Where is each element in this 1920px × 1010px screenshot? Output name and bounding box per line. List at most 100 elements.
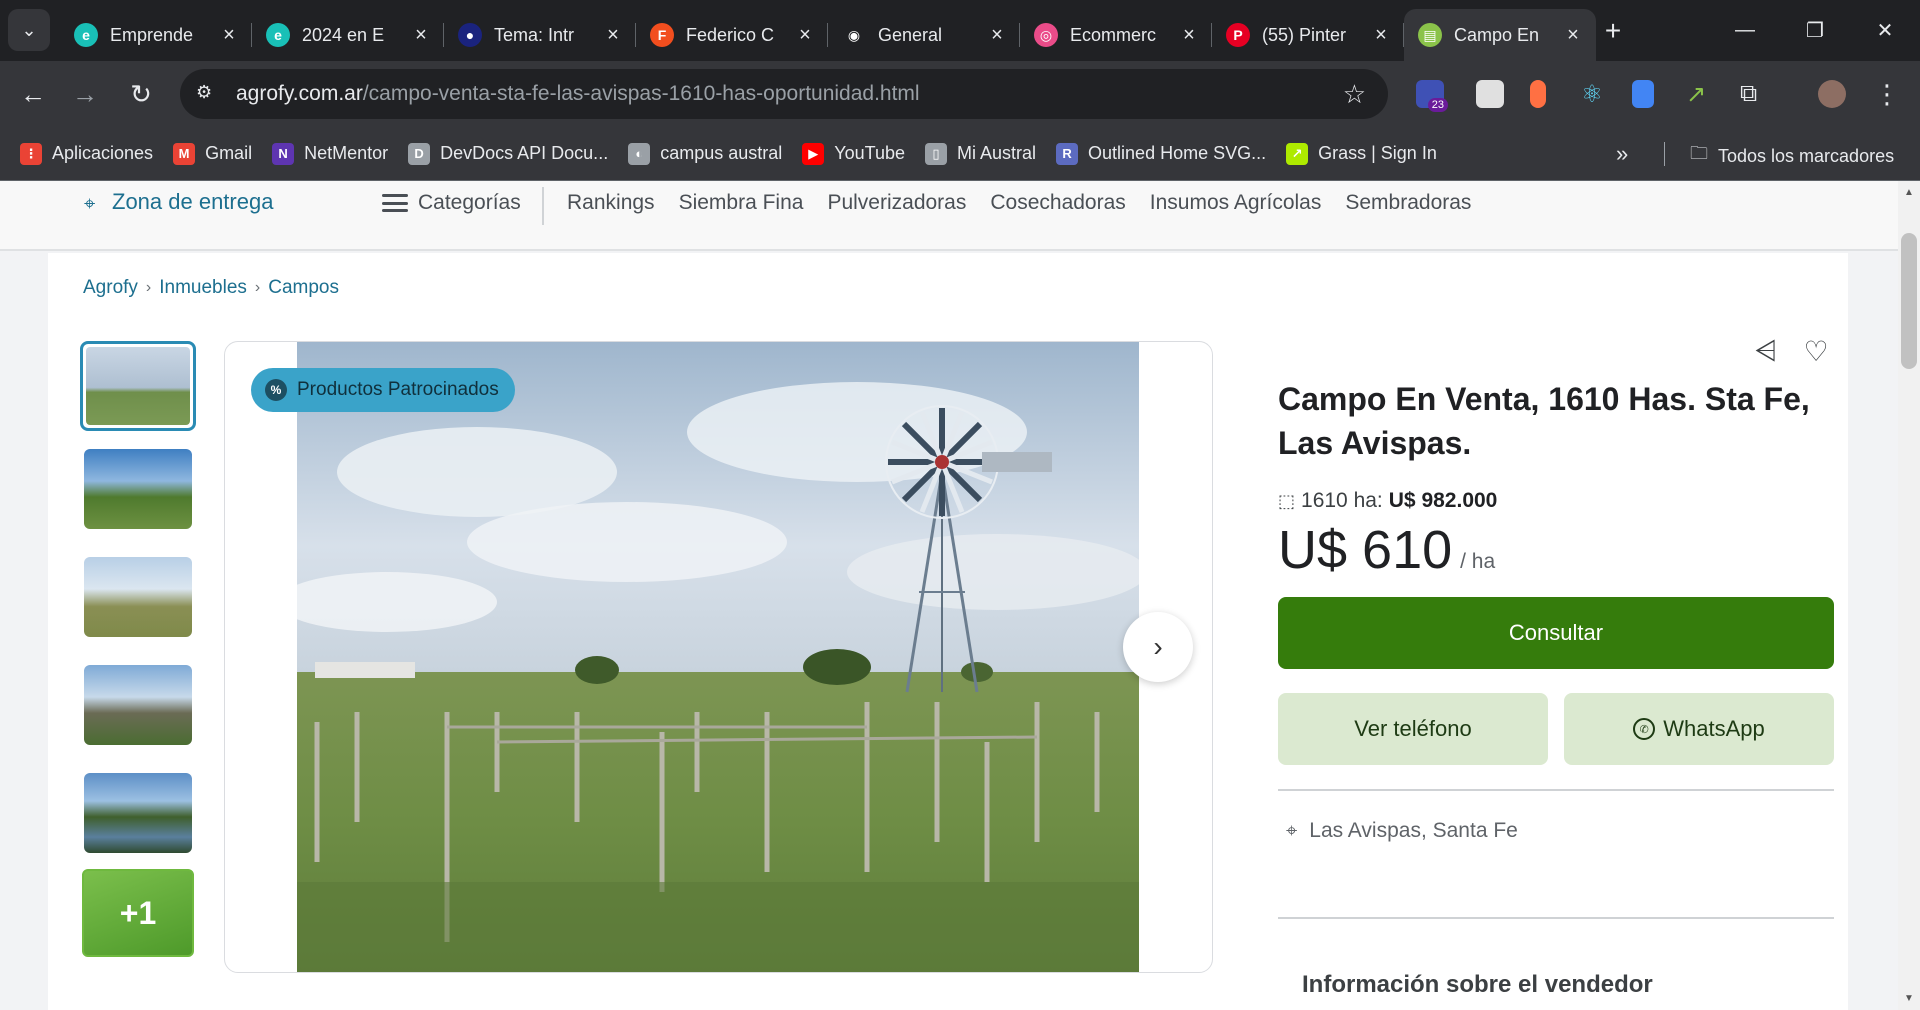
thumbnail-5[interactable] xyxy=(84,773,192,853)
folder-icon: 🗀 xyxy=(1690,143,1708,163)
close-tab-icon[interactable]: × xyxy=(1562,24,1584,47)
minimize-button[interactable]: — xyxy=(1720,12,1770,48)
browser-tab[interactable]: F Federico C × xyxy=(636,13,828,57)
categorias-menu[interactable]: Categorías xyxy=(382,191,521,215)
extension-icon[interactable] xyxy=(1632,80,1654,108)
browser-tab[interactable]: e Emprende × xyxy=(60,13,252,57)
bookmark-item[interactable]: ▯ Mi Austral xyxy=(925,142,1036,165)
thumbnail-1[interactable] xyxy=(80,341,196,431)
tab-favicon-icon: e xyxy=(74,23,98,47)
browser-menu-icon[interactable]: ⋮ xyxy=(1868,75,1906,113)
close-tab-icon[interactable]: × xyxy=(1178,24,1200,47)
bookmark-favicon-icon: R xyxy=(1056,142,1079,165)
tab-strip: e Emprende × e 2024 en E × ● Tema: Intr × F Federi… xyxy=(60,9,1596,61)
close-tab-icon[interactable]: × xyxy=(1370,24,1392,47)
thumbnail-2[interactable] xyxy=(84,449,192,529)
tab-favicon-icon: ● xyxy=(458,23,482,47)
page-scrollbar[interactable]: ▲ ▼ xyxy=(1898,181,1920,1010)
breadcrumb-link[interactable]: Campos xyxy=(268,277,339,299)
grass-extension-icon[interactable]: ↗ xyxy=(1686,80,1714,108)
section-divider xyxy=(1278,789,1834,791)
bookmark-item[interactable]: ⋮ Aplicaciones xyxy=(20,142,153,165)
browser-tab[interactable]: P (55) Pinter × xyxy=(1212,13,1404,57)
close-tab-icon[interactable]: × xyxy=(794,24,816,47)
extension-icon[interactable]: 23 xyxy=(1416,80,1448,112)
tab-search-button[interactable]: ⌄ xyxy=(8,9,50,51)
scrollbar-thumb[interactable] xyxy=(1901,233,1917,369)
close-tab-icon[interactable]: × xyxy=(410,24,432,47)
category-nav-link[interactable]: Sembradoras xyxy=(1345,191,1471,215)
extension-icon[interactable] xyxy=(1476,80,1504,108)
listing-actions: ⩤ ♡ xyxy=(1734,333,1834,369)
profile-avatar[interactable] xyxy=(1818,80,1846,108)
browser-tab[interactable]: ▤ Campo En × xyxy=(1404,9,1596,61)
site-info-icon[interactable]: ⚙ xyxy=(196,82,220,106)
bookmark-label: Outlined Home SVG... xyxy=(1088,143,1267,163)
category-nav-link[interactable]: Cosechadoras xyxy=(990,191,1125,215)
tab-favicon-icon: F xyxy=(650,23,674,47)
bookmarks-bar: ⋮ Aplicaciones M Gmail N NetMentor D DevDocs AP… xyxy=(0,127,1920,181)
all-bookmarks-button[interactable]: 🗀 Todos los marcadores xyxy=(1690,141,1894,171)
extension-badge: 23 xyxy=(1427,98,1448,112)
browser-tab[interactable]: ● Tema: Intr × xyxy=(444,13,636,57)
whatsapp-button[interactable]: ✆ WhatsApp xyxy=(1564,693,1834,765)
extensions-puzzle-icon[interactable]: ⧉ xyxy=(1740,80,1768,108)
category-nav-link[interactable]: Siembra Fina xyxy=(679,191,804,215)
bookmark-item[interactable]: ◐ campus austral xyxy=(628,142,782,165)
hamburger-icon xyxy=(382,194,408,212)
web-page: ⌖ Zona de entrega Categorías Rankings Sie… xyxy=(0,181,1920,1010)
forward-button[interactable]: → xyxy=(66,75,104,113)
bookmark-favicon-icon: N xyxy=(272,142,295,165)
close-window-button[interactable]: ✕ xyxy=(1860,12,1910,48)
bookmark-item[interactable]: M Gmail xyxy=(173,142,252,165)
restore-button[interactable]: ❐ xyxy=(1790,12,1840,48)
scroll-up-icon[interactable]: ▲ xyxy=(1903,187,1915,198)
browser-tab-bar: ⌄ e Emprende × e 2024 en E × ● Tema: Intr × F Fede… xyxy=(0,0,1920,61)
browser-tab[interactable]: ◉ General × xyxy=(828,13,1020,57)
favorite-heart-icon[interactable]: ♡ xyxy=(1798,333,1834,369)
category-nav-link[interactable]: Pulverizadoras xyxy=(827,191,966,215)
nav-divider xyxy=(542,187,544,225)
whatsapp-icon: ✆ xyxy=(1633,718,1656,740)
zona-entrega-link[interactable]: ⌖ Zona de entrega xyxy=(84,189,273,215)
bookmarks-divider xyxy=(1664,142,1665,166)
category-nav-link[interactable]: Rankings xyxy=(567,191,655,215)
new-tab-button[interactable]: + xyxy=(1596,14,1630,48)
bookmark-item[interactable]: D DevDocs API Docu... xyxy=(408,142,609,165)
bookmark-star-icon[interactable]: ☆ xyxy=(1343,79,1366,110)
thumbnail-4[interactable] xyxy=(84,665,192,745)
browser-tab[interactable]: ◎ Ecommerc × xyxy=(1020,13,1212,57)
main-listing-photo[interactable] xyxy=(297,342,1139,972)
browser-tab[interactable]: e 2024 en E × xyxy=(252,13,444,57)
bookmark-item[interactable]: N NetMentor xyxy=(272,142,388,165)
back-button[interactable]: ← xyxy=(14,75,52,113)
category-nav-link[interactable]: Insumos Agrícolas xyxy=(1150,191,1322,215)
next-image-button[interactable]: › xyxy=(1123,612,1193,682)
close-tab-icon[interactable]: × xyxy=(218,24,240,47)
bookmark-item[interactable]: ↗ Grass | Sign In xyxy=(1286,142,1437,165)
bookmark-label: DevDocs API Docu... xyxy=(440,143,609,163)
tab-favicon-icon: ▤ xyxy=(1418,23,1442,47)
close-tab-icon[interactable]: × xyxy=(986,24,1008,47)
extension-icon[interactable] xyxy=(1530,80,1546,108)
bookmark-item[interactable]: ▶ YouTube xyxy=(802,142,905,165)
close-tab-icon[interactable]: × xyxy=(602,24,624,47)
tab-title: General xyxy=(878,24,943,45)
breadcrumb-link[interactable]: Agrofy xyxy=(83,277,138,299)
chevron-right-icon: › xyxy=(254,279,261,296)
react-devtools-icon[interactable]: ⚛ xyxy=(1578,80,1606,108)
thumbnail-3[interactable] xyxy=(84,557,192,637)
bookmark-item[interactable]: R Outlined Home SVG... xyxy=(1056,142,1267,165)
reload-button[interactable]: ↻ xyxy=(122,75,160,113)
more-photos-thumbnail[interactable]: +1 xyxy=(82,869,194,957)
breadcrumb-link[interactable]: Inmuebles xyxy=(159,277,247,299)
consultar-button[interactable]: Consultar xyxy=(1278,597,1834,669)
ver-telefono-button[interactable]: Ver teléfono xyxy=(1278,693,1548,765)
bookmark-label: YouTube xyxy=(834,143,905,163)
address-bar[interactable]: ⚙ agrofy.com.ar/campo-venta-sta-fe-las-a… xyxy=(180,69,1388,119)
scroll-down-icon[interactable]: ▼ xyxy=(1903,993,1915,1004)
chevron-right-icon: › xyxy=(145,279,152,296)
share-icon[interactable]: ⩤ xyxy=(1748,333,1784,369)
bookmarks-overflow-button[interactable]: » xyxy=(1616,141,1628,167)
price-unit: / ha xyxy=(1460,550,1496,573)
